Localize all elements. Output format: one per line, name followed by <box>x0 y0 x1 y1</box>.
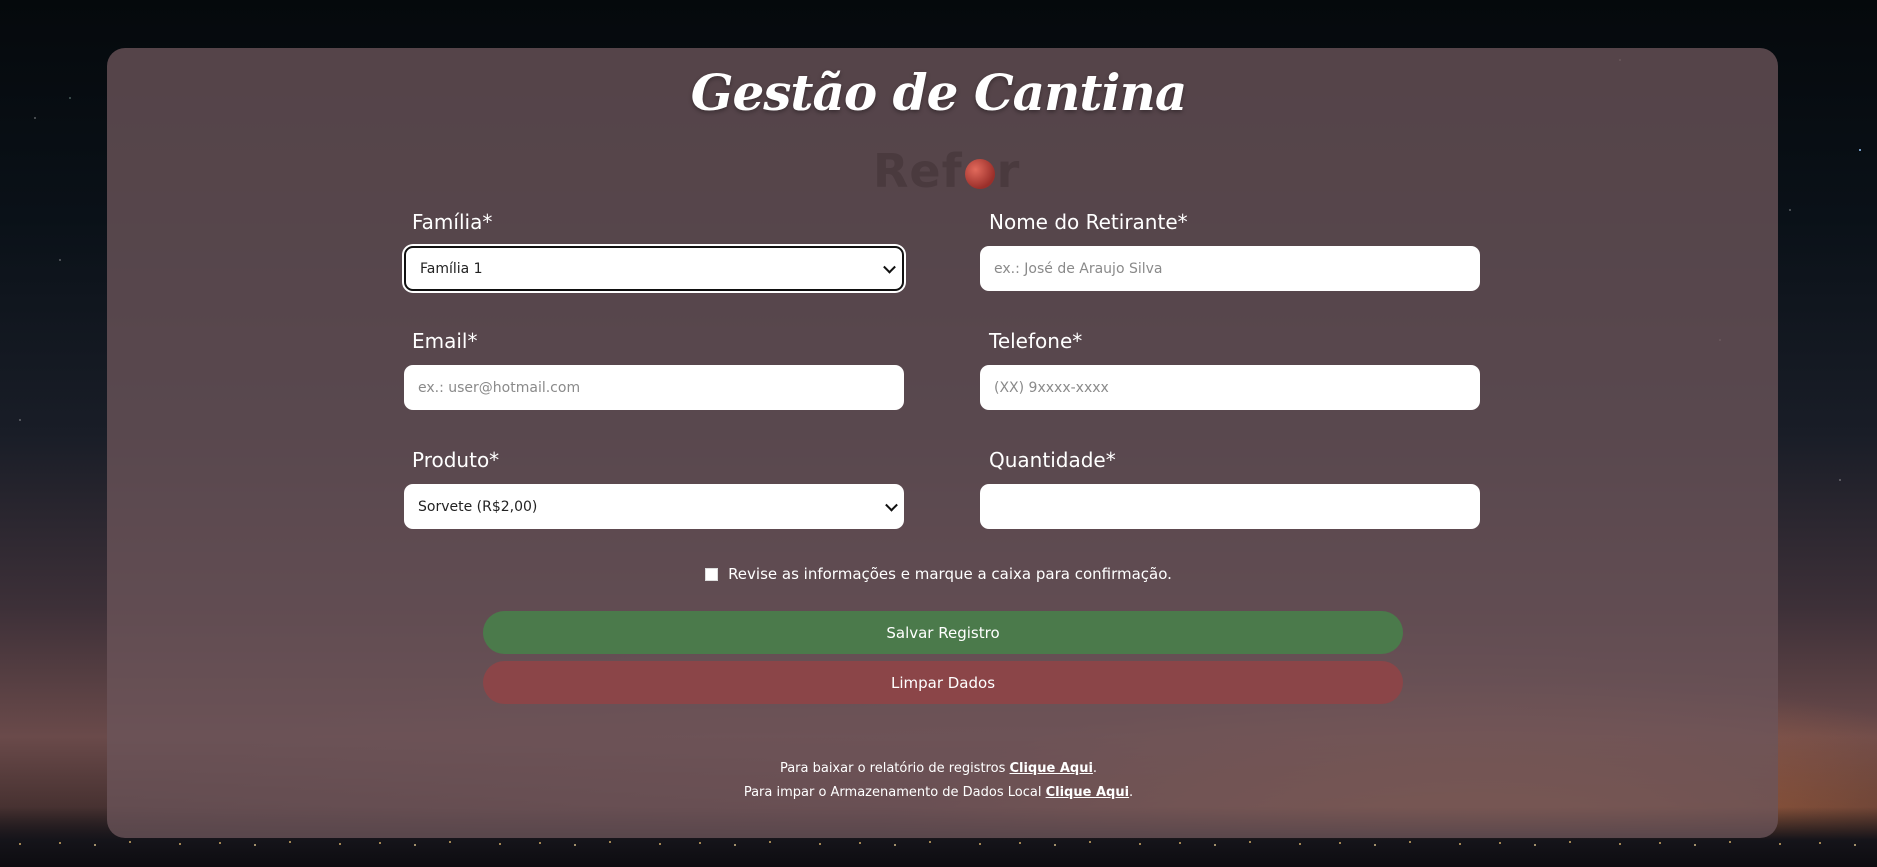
nome-retirante-placeholder: ex.: José de Araujo Silva <box>994 260 1163 277</box>
email-label: Email* <box>412 329 478 353</box>
familia-select[interactable]: Família 1 <box>404 246 904 291</box>
report-download-link[interactable]: Clique Aqui <box>1009 761 1092 776</box>
clear-storage-text: Para impar o Armazenamento de Dados Loca… <box>743 785 1046 800</box>
confirm-label: Revise as informações e marque a caixa p… <box>728 565 1172 583</box>
telefone-placeholder: (XX) 9xxxx-xxxx <box>994 379 1109 396</box>
apple-icon <box>964 159 995 189</box>
refor-logo: Ref r <box>873 144 1021 198</box>
email-placeholder: ex.: user@hotmail.com <box>418 379 581 396</box>
confirm-row: Revise as informações e marque a caixa p… <box>0 565 1877 583</box>
report-period: . <box>1092 761 1098 776</box>
city-lights <box>0 839 1877 849</box>
logo-text-right: r <box>996 144 1021 198</box>
telefone-label: Telefone* <box>989 329 1083 353</box>
email-input[interactable]: ex.: user@hotmail.com <box>404 365 904 410</box>
produto-selected-value: Sorvete (R$2,00) <box>418 498 538 515</box>
report-download-text: Para baixar o relatório de registros <box>779 761 1010 776</box>
confirm-checkbox[interactable] <box>705 567 719 581</box>
save-button[interactable]: Salvar Registro <box>483 611 1403 654</box>
familia-label: Família* <box>412 210 493 234</box>
report-download-line: Para baixar o relatório de registros Cli… <box>0 761 1877 776</box>
nome-retirante-label: Nome do Retirante* <box>989 210 1188 234</box>
quantidade-label: Quantidade* <box>989 448 1116 472</box>
logo-text-left: Ref <box>873 144 963 198</box>
chevron-down-icon <box>885 498 898 512</box>
chevron-down-icon <box>883 260 896 274</box>
clear-storage-line: Para impar o Armazenamento de Dados Loca… <box>0 785 1877 800</box>
clear-storage-period: . <box>1129 785 1134 800</box>
clear-button[interactable]: Limpar Dados <box>483 661 1403 704</box>
quantidade-input[interactable] <box>980 484 1480 529</box>
familia-selected-value: Família 1 <box>420 260 483 277</box>
nome-retirante-input[interactable]: ex.: José de Araujo Silva <box>980 246 1480 291</box>
page-title: Gestão de Cantina <box>690 63 1187 122</box>
produto-label: Produto* <box>412 448 500 472</box>
telefone-input[interactable]: (XX) 9xxxx-xxxx <box>980 365 1480 410</box>
produto-select[interactable]: Sorvete (R$2,00) <box>404 484 904 529</box>
clear-storage-link[interactable]: Clique Aqui <box>1046 785 1129 800</box>
